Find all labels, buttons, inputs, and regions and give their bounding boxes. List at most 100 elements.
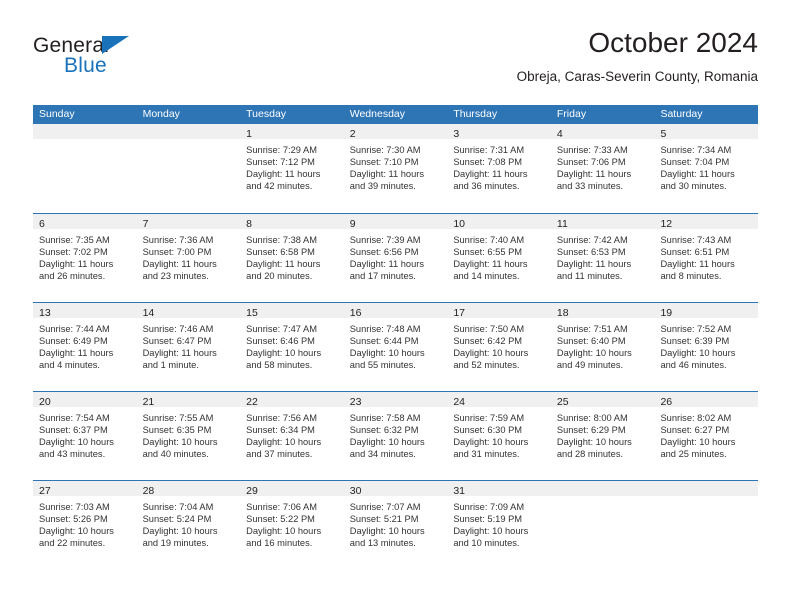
day-number: 22 <box>246 396 258 408</box>
sunrise-text: Sunrise: 7:55 AM <box>142 413 214 423</box>
calendar-day-cell[interactable]: 31 Sunrise: 7:09 AM Sunset: 5:19 PM Dayligh… <box>447 481 551 569</box>
day-number-band: 18 <box>550 303 655 319</box>
daylight-text-line2: and 42 minutes. <box>246 181 313 192</box>
daylight-text-line2: and 43 minutes. <box>39 449 106 460</box>
calendar-day-cell[interactable]: 9 Sunrise: 7:39 AM Sunset: 6:56 PM Daylight… <box>343 214 448 302</box>
calendar-day-cell[interactable]: 3 Sunrise: 7:31 AM Sunset: 7:08 PM Daylight… <box>447 124 551 213</box>
sunset-text: Sunset: 6:44 PM <box>349 336 419 347</box>
sunset-text: Sunset: 7:12 PM <box>246 157 315 168</box>
day-details: Sunrise: 7:44 AM Sunset: 6:49 PM Daylight:… <box>33 318 137 371</box>
day-number: 6 <box>39 218 45 230</box>
sunrise-text: Sunrise: 7:58 AM <box>349 413 421 423</box>
calendar-day-cell[interactable]: 13 Sunrise: 7:44 AM Sunset: 6:49 PM Dayligh… <box>33 303 137 391</box>
day-number-band <box>33 124 137 139</box>
day-details: Sunrise: 7:50 AM Sunset: 6:42 PM Daylight:… <box>447 318 551 371</box>
day-number: 10 <box>453 218 465 230</box>
calendar-day-cell[interactable]: 14 Sunrise: 7:46 AM Sunset: 6:47 PM Dayligh… <box>136 303 241 391</box>
sunset-text: Sunset: 6:39 PM <box>660 336 730 347</box>
daylight-text-line2: and 20 minutes. <box>246 271 313 282</box>
daylight-text-line2: and 22 minutes. <box>39 538 106 549</box>
day-details: Sunrise: 7:29 AM Sunset: 7:12 PM Daylight:… <box>240 139 344 192</box>
daylight-text-line1: Daylight: 11 hours <box>453 169 528 180</box>
sunset-text: Sunset: 6:40 PM <box>556 336 626 347</box>
day-details: Sunrise: 7:43 AM Sunset: 6:51 PM Daylight:… <box>654 229 758 282</box>
day-number: 27 <box>39 485 51 497</box>
daylight-text-line2: and 58 minutes. <box>246 360 313 371</box>
daylight-text-line2: and 28 minutes. <box>556 449 624 460</box>
day-details: Sunrise: 7:48 AM Sunset: 6:44 PM Daylight:… <box>344 318 448 371</box>
calendar-day-cell[interactable]: 4 Sunrise: 7:33 AM Sunset: 7:06 PM Daylight… <box>550 124 655 213</box>
daylight-text-line2: and 30 minutes. <box>660 181 727 192</box>
calendar-day-cell-empty <box>654 481 759 569</box>
daylight-text-line1: Daylight: 10 hours <box>453 437 529 448</box>
daylight-text-line2: and 34 minutes. <box>349 449 416 460</box>
day-number-band: 30 <box>343 481 448 497</box>
daylight-text-line1: Daylight: 10 hours <box>142 437 218 448</box>
calendar-day-cell[interactable]: 22 Sunrise: 7:56 AM Sunset: 6:34 PM Dayligh… <box>240 392 344 480</box>
weekday-header-friday: Friday <box>556 108 587 120</box>
calendar-week-row: 13 Sunrise: 7:44 AM Sunset: 6:49 PM Dayligh… <box>33 302 759 391</box>
day-details: Sunrise: 7:06 AM Sunset: 5:22 PM Daylight:… <box>240 496 344 549</box>
sunrise-text: Sunrise: 7:09 AM <box>453 502 525 512</box>
daylight-text-line2: and 37 minutes. <box>246 449 313 460</box>
calendar-week-row: 20 Sunrise: 7:54 AM Sunset: 6:37 PM Dayligh… <box>33 391 759 480</box>
calendar-day-cell[interactable]: 7 Sunrise: 7:36 AM Sunset: 7:00 PM Daylight… <box>136 214 241 302</box>
calendar-day-cell[interactable]: 20 Sunrise: 7:54 AM Sunset: 6:37 PM Dayligh… <box>33 392 137 480</box>
day-number-band: 8 <box>240 214 344 230</box>
sunrise-text: Sunrise: 7:29 AM <box>246 145 317 155</box>
calendar-day-cell[interactable]: 25 Sunrise: 8:00 AM Sunset: 6:29 PM Dayligh… <box>550 392 655 480</box>
calendar-day-cell[interactable]: 5 Sunrise: 7:34 AM Sunset: 7:04 PM Daylight… <box>654 124 759 213</box>
calendar-day-cell[interactable]: 26 Sunrise: 8:02 AM Sunset: 6:27 PM Dayligh… <box>654 392 759 480</box>
daylight-text-line1: Daylight: 10 hours <box>556 437 632 448</box>
day-details: Sunrise: 7:56 AM Sunset: 6:34 PM Daylight:… <box>240 407 344 460</box>
sunset-text: Sunset: 5:19 PM <box>453 514 523 525</box>
calendar-day-cell[interactable]: 11 Sunrise: 7:42 AM Sunset: 6:53 PM Dayligh… <box>550 214 655 302</box>
sunrise-text: Sunrise: 7:03 AM <box>39 502 110 512</box>
sunrise-text: Sunrise: 7:43 AM <box>660 235 732 245</box>
daylight-text-line1: Daylight: 11 hours <box>246 169 321 180</box>
sunrise-text: Sunrise: 7:36 AM <box>142 235 214 245</box>
calendar-grid: Sunday Monday Tuesday Wednesday Thursday Frid… <box>33 105 759 569</box>
calendar-day-cell[interactable]: 15 Sunrise: 7:47 AM Sunset: 6:46 PM Dayligh… <box>240 303 344 391</box>
sunset-text: Sunset: 6:49 PM <box>39 336 108 347</box>
calendar-day-cell[interactable]: 12 Sunrise: 7:43 AM Sunset: 6:51 PM Dayligh… <box>654 214 759 302</box>
sunset-text: Sunset: 6:56 PM <box>349 247 419 258</box>
calendar-day-cell[interactable]: 21 Sunrise: 7:55 AM Sunset: 6:35 PM Dayligh… <box>136 392 241 480</box>
sunset-text: Sunset: 6:46 PM <box>246 336 315 347</box>
day-number: 21 <box>142 396 155 408</box>
sunset-text: Sunset: 7:06 PM <box>556 157 626 168</box>
calendar-day-cell[interactable]: 6 Sunrise: 7:35 AM Sunset: 7:02 PM Daylight… <box>33 214 137 302</box>
sunrise-text: Sunrise: 7:40 AM <box>453 235 525 245</box>
day-number-band: 17 <box>447 303 551 319</box>
calendar-day-cell[interactable]: 24 Sunrise: 7:59 AM Sunset: 6:30 PM Dayligh… <box>447 392 551 480</box>
calendar-day-cell[interactable]: 1 Sunrise: 7:29 AM Sunset: 7:12 PM Daylight… <box>240 124 344 213</box>
calendar-day-cell[interactable]: 8 Sunrise: 7:38 AM Sunset: 6:58 PM Daylight… <box>240 214 344 302</box>
day-number-band: 2 <box>343 124 448 140</box>
calendar-day-cell[interactable]: 17 Sunrise: 7:50 AM Sunset: 6:42 PM Dayligh… <box>447 303 551 391</box>
day-number-band: 9 <box>343 214 448 230</box>
sunset-text: Sunset: 7:08 PM <box>453 157 523 168</box>
sunrise-text: Sunrise: 7:51 AM <box>556 324 628 334</box>
day-details: Sunrise: 7:07 AM Sunset: 5:21 PM Daylight:… <box>344 496 448 549</box>
calendar-day-cell[interactable]: 19 Sunrise: 7:52 AM Sunset: 6:39 PM Dayligh… <box>654 303 759 391</box>
day-number-band: 10 <box>447 214 551 230</box>
calendar-day-cell[interactable]: 27 Sunrise: 7:03 AM Sunset: 5:26 PM Dayligh… <box>33 481 137 569</box>
day-details: Sunrise: 7:42 AM Sunset: 6:53 PM Daylight:… <box>551 229 655 282</box>
calendar-day-cell[interactable]: 10 Sunrise: 7:40 AM Sunset: 6:55 PM Dayligh… <box>447 214 551 302</box>
calendar-day-cell[interactable]: 18 Sunrise: 7:51 AM Sunset: 6:40 PM Dayligh… <box>550 303 655 391</box>
general-blue-logo[interactable]: General Blue <box>33 34 203 88</box>
calendar-day-cell[interactable]: 28 Sunrise: 7:04 AM Sunset: 5:24 PM Dayligh… <box>136 481 241 569</box>
calendar-day-cell[interactable]: 16 Sunrise: 7:48 AM Sunset: 6:44 PM Dayligh… <box>343 303 448 391</box>
daylight-text-line2: and 40 minutes. <box>142 449 209 460</box>
weekday-header-sunday: Sunday <box>39 108 75 120</box>
day-number: 1 <box>246 128 252 140</box>
day-details: Sunrise: 7:09 AM Sunset: 5:19 PM Daylight:… <box>447 496 551 549</box>
day-details: Sunrise: 7:54 AM Sunset: 6:37 PM Daylight:… <box>33 407 137 460</box>
calendar-day-cell[interactable]: 2 Sunrise: 7:30 AM Sunset: 7:10 PM Daylight… <box>343 124 448 213</box>
calendar-day-cell[interactable]: 29 Sunrise: 7:06 AM Sunset: 5:22 PM Dayligh… <box>240 481 344 569</box>
daylight-text-line1: Daylight: 10 hours <box>556 348 632 359</box>
calendar-day-cell[interactable]: 30 Sunrise: 7:07 AM Sunset: 5:21 PM Dayligh… <box>343 481 448 569</box>
daylight-text-line1: Daylight: 11 hours <box>142 348 217 359</box>
daylight-text-line2: and 26 minutes. <box>39 271 106 282</box>
calendar-day-cell[interactable]: 23 Sunrise: 7:58 AM Sunset: 6:32 PM Dayligh… <box>343 392 448 480</box>
